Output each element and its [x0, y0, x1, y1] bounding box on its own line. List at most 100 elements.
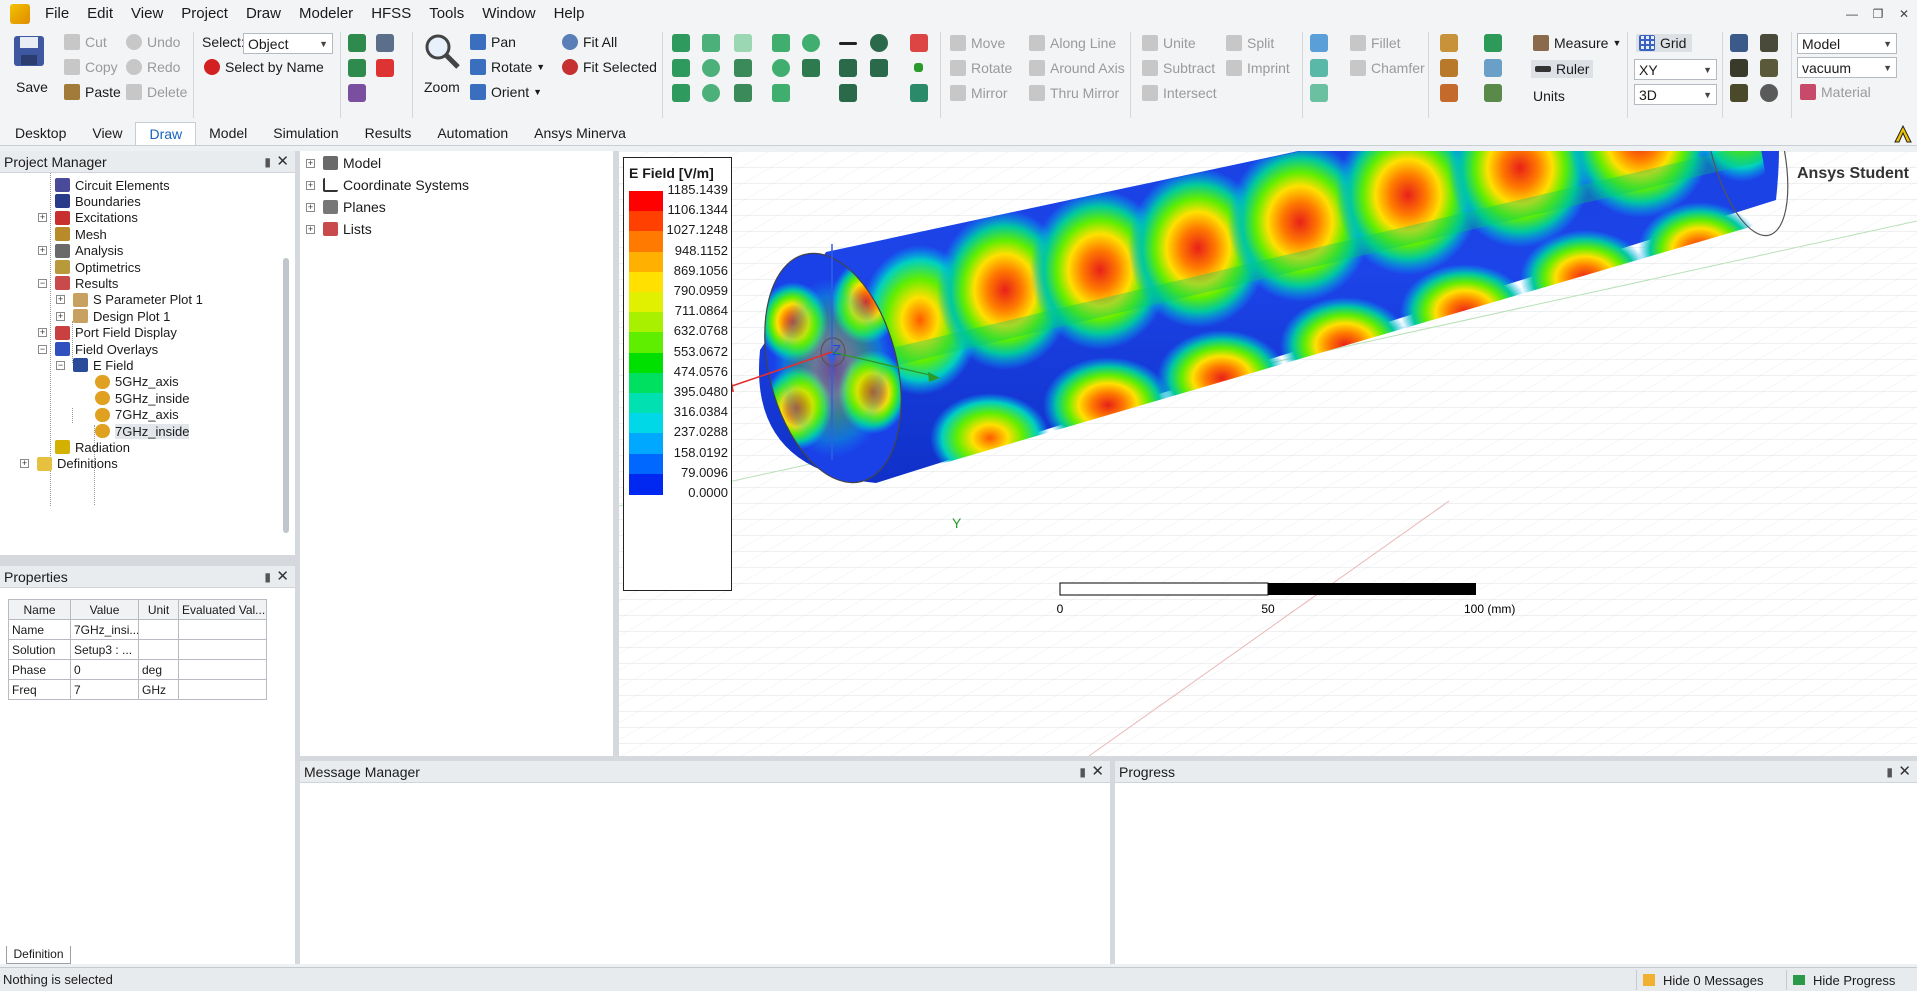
draw-equation-curve-icon[interactable] — [870, 59, 888, 77]
set-origin-icon[interactable] — [1484, 84, 1502, 102]
menu-project[interactable]: Project — [172, 0, 237, 28]
select-vertex-mode-icon[interactable] — [1760, 59, 1778, 77]
save-button[interactable] — [12, 34, 46, 68]
project-tree-scrollbar[interactable] — [283, 258, 289, 533]
delete-button[interactable]: Delete — [126, 84, 187, 100]
tab-view[interactable]: View — [79, 122, 135, 145]
draw-arc-icon[interactable] — [870, 34, 888, 52]
undo-button[interactable]: Undo — [126, 34, 180, 50]
select-object-mode-icon[interactable] — [1730, 34, 1748, 52]
tree-coordinate-systems[interactable]: + Coordinate Systems — [306, 175, 469, 195]
draw-cylinder-icon[interactable] — [672, 59, 690, 77]
table-cell[interactable]: 0 — [70, 659, 139, 680]
select-edge-mode-icon[interactable] — [1730, 59, 1748, 77]
face-coordinate-system-icon[interactable] — [1440, 59, 1458, 77]
column-header[interactable]: Name — [8, 599, 71, 620]
close-icon[interactable]: ✕ — [276, 151, 289, 173]
show-all-icon[interactable] — [376, 34, 394, 52]
menu-edit[interactable]: Edit — [78, 0, 122, 28]
expand-toggle-icon[interactable]: + — [56, 295, 65, 305]
menu-modeler[interactable]: Modeler — [290, 0, 362, 28]
draw-spiral-icon[interactable] — [734, 59, 752, 77]
thru-mirror-button[interactable]: Thru Mirror — [1029, 85, 1119, 101]
pin-icon[interactable]: ▮ — [264, 151, 271, 173]
pin-icon[interactable]: ▮ — [264, 566, 271, 588]
drawing-plane-dropdown[interactable]: XY ▼ — [1634, 59, 1717, 80]
model-mode-dropdown[interactable]: Model ▼ — [1797, 33, 1897, 54]
zoom-button[interactable] — [423, 32, 461, 70]
table-cell[interactable]: 7GHz_insi... — [70, 619, 139, 640]
units-button[interactable]: Units — [1533, 88, 1565, 104]
hide-all-icon[interactable] — [376, 59, 394, 77]
draw-center-arc-icon[interactable] — [839, 84, 857, 102]
mirror-button[interactable]: Mirror — [950, 85, 1008, 101]
draw-helix-icon[interactable] — [734, 34, 752, 52]
select-mode-dropdown[interactable]: Object ▼ — [243, 33, 333, 54]
menu-tools[interactable]: Tools — [420, 0, 473, 28]
table-row[interactable]: Solution Setup3 : ... — [8, 639, 267, 660]
menu-help[interactable]: Help — [545, 0, 594, 28]
pan-button[interactable]: Pan — [470, 34, 516, 50]
tree-item-definitions[interactable]: + Definitions — [20, 454, 118, 474]
draw-equation-surface-icon[interactable] — [802, 59, 820, 77]
hide-messages-button[interactable]: Hide 0 Messages — [1636, 970, 1769, 990]
column-header[interactable]: Evaluated Val... — [178, 599, 267, 620]
draw-cone-icon[interactable] — [702, 34, 720, 52]
subtract-button[interactable]: Subtract — [1142, 60, 1215, 76]
tree-planes[interactable]: + Planes — [306, 197, 386, 217]
split-button[interactable]: Split — [1226, 35, 1274, 51]
expand-toggle-icon[interactable]: + — [38, 246, 47, 256]
along-line-button[interactable]: Along Line — [1029, 35, 1116, 51]
paste-button[interactable]: Paste — [64, 84, 121, 100]
visibility-icon[interactable] — [348, 84, 366, 102]
restore-icon[interactable]: ❐ — [1866, 2, 1890, 26]
tree-lists[interactable]: + Lists — [306, 219, 372, 239]
close-icon[interactable]: ✕ — [1898, 761, 1911, 783]
move-button[interactable]: Move — [950, 35, 1005, 51]
around-axis-button[interactable]: Around Axis — [1029, 60, 1125, 76]
tab-draw[interactable]: Draw — [135, 122, 197, 145]
table-cell[interactable]: 7 — [70, 679, 139, 700]
coordinate-system-icon[interactable] — [1440, 34, 1458, 52]
draw-plane-icon[interactable] — [910, 84, 928, 102]
cut-button[interactable]: Cut — [64, 34, 107, 50]
chamfer-button[interactable]: Chamfer — [1350, 60, 1425, 76]
select-by-name-button[interactable]: Select by Name — [204, 59, 324, 75]
draw-ellipse-icon[interactable] — [802, 34, 820, 52]
draw-polygon-icon[interactable] — [772, 84, 790, 102]
expand-toggle-icon[interactable]: − — [56, 360, 65, 370]
unite-button[interactable]: Unite — [1142, 35, 1196, 51]
tree-model[interactable]: + Model — [306, 153, 381, 173]
column-header[interactable]: Unit — [138, 599, 179, 620]
table-row[interactable]: Name 7GHz_insi... — [8, 619, 267, 640]
redo-button[interactable]: Redo — [126, 59, 180, 75]
draw-circle-icon[interactable] — [772, 59, 790, 77]
imprint-button[interactable]: Imprint — [1226, 60, 1290, 76]
close-icon[interactable]: ✕ — [276, 566, 289, 588]
sweep-along-vector-icon[interactable] — [1310, 34, 1328, 52]
hide-icon[interactable] — [348, 59, 366, 77]
expand-toggle-icon[interactable]: + — [38, 328, 47, 338]
tab-ansys-minerva[interactable]: Ansys Minerva — [521, 122, 639, 145]
table-row[interactable]: Freq 7 GHz — [8, 679, 267, 700]
draw-bondwire-icon[interactable] — [734, 84, 752, 102]
fit-selected-button[interactable]: Fit Selected — [562, 59, 657, 75]
menu-file[interactable]: File — [36, 0, 78, 28]
fit-all-button[interactable]: Fit All — [562, 34, 617, 50]
close-window-icon[interactable]: ✕ — [1892, 2, 1916, 26]
tab-desktop[interactable]: Desktop — [2, 122, 79, 145]
tab-model[interactable]: Model — [196, 122, 260, 145]
table-cell[interactable]: Setup3 : ... — [70, 639, 139, 660]
select-history-icon[interactable] — [1760, 84, 1778, 102]
left-horizontal-splitter[interactable] — [0, 555, 295, 566]
draw-region-icon[interactable] — [910, 34, 928, 52]
select-multi-mode-icon[interactable] — [1730, 84, 1748, 102]
expand-toggle-icon[interactable]: − — [38, 278, 47, 288]
sweep-around-axis-icon[interactable] — [1310, 59, 1328, 77]
expand-toggle-icon[interactable]: + — [38, 213, 47, 223]
menu-draw[interactable]: Draw — [237, 0, 290, 28]
tab-automation[interactable]: Automation — [424, 122, 521, 145]
show-icon[interactable] — [348, 34, 366, 52]
fillet-button[interactable]: Fillet — [1350, 35, 1401, 51]
grid-toggle[interactable]: Grid — [1636, 34, 1693, 52]
